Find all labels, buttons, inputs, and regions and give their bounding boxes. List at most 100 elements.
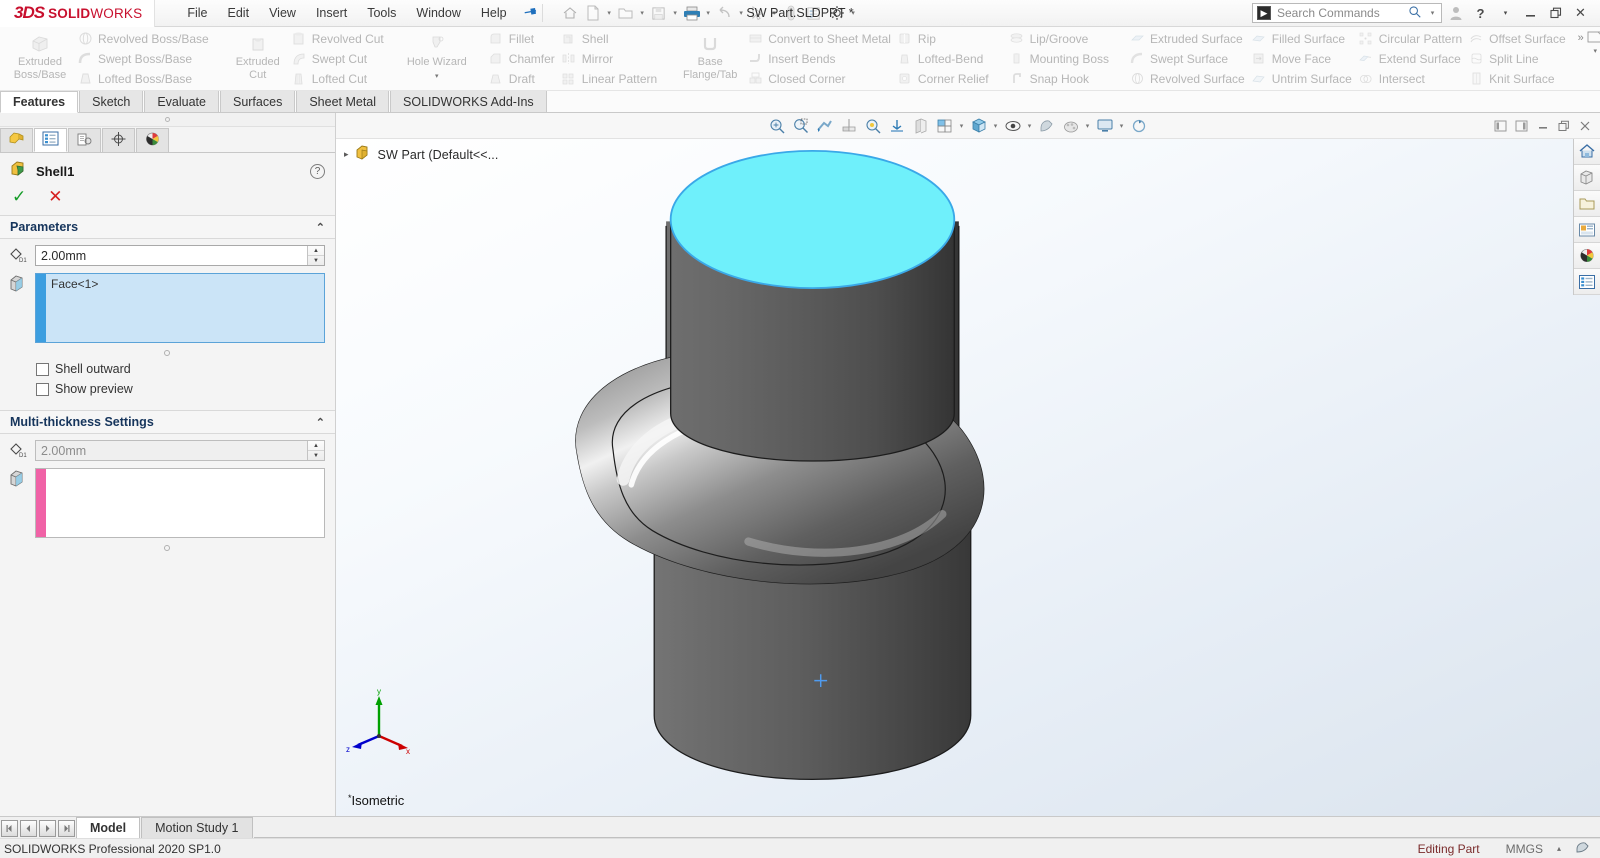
rip-button[interactable]: Rip <box>897 29 993 48</box>
shell-thickness-input[interactable] <box>36 246 307 265</box>
previous-view-icon[interactable] <box>813 115 836 137</box>
knit-surface-button[interactable]: Knit Surface <box>1468 69 1569 88</box>
swept-surface-button[interactable]: Swept Surface <box>1129 49 1249 68</box>
property-manager-tab[interactable] <box>34 128 67 152</box>
help-icon[interactable]: ? <box>310 163 325 179</box>
next-tab-button[interactable] <box>39 820 56 837</box>
multi-thickness-input[interactable] <box>36 441 307 460</box>
apply-scene-dropdown-icon[interactable]: ▾ <box>1083 122 1092 130</box>
list-item[interactable]: Face<1> <box>51 277 319 291</box>
feature-tree-tab[interactable] <box>0 128 33 152</box>
revolved-surface-button[interactable]: Revolved Surface <box>1129 69 1249 88</box>
print-icon[interactable] <box>681 2 703 24</box>
view-orientation-dropdown-icon[interactable]: ▾ <box>991 122 1000 130</box>
chevron-up-icon[interactable]: ⌃ <box>316 221 325 234</box>
search-commands-box[interactable]: ▶ Search Commands ▾ <box>1252 3 1442 23</box>
extend-surface-button[interactable]: Extend Surface <box>1358 49 1466 68</box>
faces-to-remove-listbox[interactable]: Face<1> <box>35 273 325 343</box>
undo-icon[interactable] <box>714 2 736 24</box>
faces-to-remove-items[interactable]: Face<1> <box>46 274 324 342</box>
view-orientation-icon[interactable] <box>885 115 908 137</box>
draft-button[interactable]: Draft <box>488 69 559 88</box>
section-header-multi-thickness[interactable]: Multi-thickness Settings ⌃ <box>0 410 335 434</box>
revolved-boss-base-button[interactable]: Revolved Boss/Base <box>77 29 213 48</box>
custom-properties-icon[interactable] <box>1574 269 1600 295</box>
spin-up-icon-2[interactable]: ▲ <box>308 441 324 451</box>
extruded-surface-button[interactable]: Extruded Surface <box>1129 29 1249 48</box>
swept-boss-base-button[interactable]: Swept Boss/Base <box>77 49 213 68</box>
section-header-parameters[interactable]: Parameters ⌃ <box>0 215 335 239</box>
multi-thickness-faces-items[interactable] <box>46 469 324 537</box>
edit-appearance-icon[interactable] <box>1035 115 1058 137</box>
tab-surfaces[interactable]: Surfaces <box>219 90 296 112</box>
listbox-resize-handle[interactable] <box>8 350 325 356</box>
untrim-surface-button[interactable]: Untrim Surface <box>1251 69 1356 88</box>
hole-wizard-button[interactable]: Hole Wizard ▾ <box>402 29 472 88</box>
hole-wizard-dropdown-icon[interactable]: ▾ <box>432 71 441 84</box>
show-preview-row[interactable]: Show preview <box>36 382 325 396</box>
search-magnifier-icon[interactable] <box>1408 5 1422 22</box>
multi-thickness-faces-listbox[interactable] <box>35 468 325 538</box>
apply-scene-icon[interactable] <box>1059 115 1082 137</box>
dimxpert-manager-tab[interactable] <box>102 128 135 152</box>
pin-icon[interactable] <box>519 3 539 24</box>
multi-thickness-spinner[interactable]: ▲ ▼ <box>307 441 324 460</box>
restore-down-right-icon[interactable] <box>1512 117 1531 135</box>
filled-surface-button[interactable]: Filled Surface <box>1251 29 1356 48</box>
closed-corner-button[interactable]: Closed Corner <box>747 69 895 88</box>
appearances-tab[interactable] <box>136 128 169 152</box>
selected-face[interactable] <box>669 149 956 290</box>
view-close-icon[interactable] <box>1575 117 1594 135</box>
linear-pattern-button[interactable]: Linear Pattern <box>561 69 661 88</box>
tab-motion-study-1[interactable]: Motion Study 1 <box>141 817 253 838</box>
menu-item-help[interactable]: Help <box>471 2 517 24</box>
shell-outward-row[interactable]: Shell outward <box>36 362 325 376</box>
lofted-cut-button[interactable]: Lofted Cut <box>291 69 388 88</box>
user-icon[interactable] <box>1444 2 1467 24</box>
ribbon-display-dropdown-icon[interactable]: ▾ <box>1591 47 1600 55</box>
unit-system-dropdown-icon[interactable]: ▴ <box>1557 844 1561 853</box>
tab-sketch[interactable]: Sketch <box>79 90 144 112</box>
rebuild-icon[interactable] <box>780 2 802 24</box>
options-list-icon[interactable] <box>803 2 825 24</box>
configuration-manager-tab[interactable] <box>68 128 101 152</box>
tab-sheet-metal[interactable]: Sheet Metal <box>296 90 390 112</box>
accept-button[interactable]: ✓ <box>12 187 26 207</box>
tab-model[interactable]: Model <box>76 817 141 838</box>
settings-dropdown-icon[interactable]: ▾ <box>849 9 858 17</box>
revolved-cut-button[interactable]: Revolved Cut <box>291 29 388 48</box>
multi-listbox-resize-handle[interactable] <box>8 545 325 551</box>
select-overlay-icon[interactable] <box>1575 840 1590 857</box>
hide-show-dropdown-icon[interactable]: ▾ <box>1025 122 1034 130</box>
rotate-view-icon[interactable] <box>1127 115 1150 137</box>
measure-icon[interactable] <box>861 115 884 137</box>
corner-relief-button[interactable]: Corner Relief <box>897 69 993 88</box>
restore-button[interactable] <box>1544 2 1567 24</box>
help-dropdown-icon[interactable]: ▾ <box>1494 2 1517 24</box>
menu-item-file[interactable]: File <box>177 2 217 24</box>
base-flange-tab-button[interactable]: Base Flange/Tab <box>675 29 745 88</box>
move-face-button[interactable]: Move Face <box>1251 49 1356 68</box>
help-button[interactable]: ? <box>1469 2 1492 24</box>
lofted-bend-button[interactable]: Lofted-Bend <box>897 49 993 68</box>
mirror-button[interactable]: Mirror <box>561 49 661 68</box>
display-style-icon[interactable] <box>933 115 956 137</box>
save-icon[interactable] <box>648 2 670 24</box>
search-scope-icon[interactable]: ▶ <box>1257 6 1271 20</box>
last-tab-button[interactable] <box>58 820 75 837</box>
appearances-scenes-icon[interactable] <box>1574 243 1600 269</box>
new-doc-dropdown-icon[interactable]: ▾ <box>605 9 614 17</box>
new-doc-icon[interactable] <box>582 2 604 24</box>
shell-thickness-field[interactable]: ▲▼ <box>35 245 325 266</box>
minimize-button[interactable] <box>1519 2 1542 24</box>
spin-down-icon-2[interactable]: ▼ <box>308 451 324 460</box>
graphics-area[interactable]: ▸ SW Part (Default<<... y x z *Isometric <box>336 139 1600 816</box>
lofted-boss-base-button[interactable]: Lofted Boss/Base <box>77 69 213 88</box>
snap-hook-button[interactable]: Snap Hook <box>1009 69 1113 88</box>
prev-tab-button[interactable] <box>20 820 37 837</box>
intersect-button[interactable]: Intersect <box>1358 69 1466 88</box>
solidworks-resources-home-icon[interactable] <box>1574 139 1600 165</box>
zoom-to-fit-icon[interactable] <box>765 115 788 137</box>
spin-up-icon[interactable]: ▲ <box>308 246 324 256</box>
view-minimize-icon[interactable] <box>1533 117 1552 135</box>
